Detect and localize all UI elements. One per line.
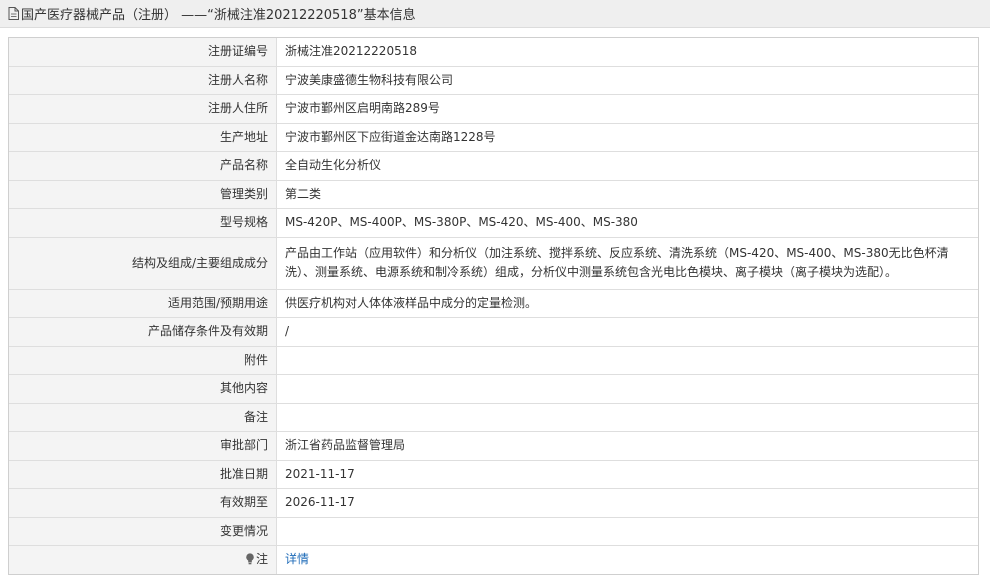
row-value: MS-420P、MS-400P、MS-380P、MS-420、MS-400、MS… <box>276 208 978 238</box>
table-row: 产品储存条件及有效期 / <box>9 317 978 347</box>
row-label: 注册证编号 <box>9 38 277 67</box>
table-row: 其他内容 <box>9 374 978 404</box>
document-icon <box>8 7 19 20</box>
row-label: 有效期至 <box>9 488 277 518</box>
table-row: 批准日期 2021-11-17 <box>9 459 978 489</box>
table-row: 生产地址 宁波市鄞州区下应街道金达南路1228号 <box>9 122 978 152</box>
row-value: 2021-11-17 <box>276 459 978 489</box>
table-row: 型号规格 MS-420P、MS-400P、MS-380P、MS-420、MS-4… <box>9 208 978 238</box>
table-row: 管理类别 第二类 <box>9 179 978 209</box>
table-row: 注册人名称 宁波美康盛德生物科技有限公司 <box>9 65 978 95</box>
row-label: 注册人住所 <box>9 94 277 124</box>
row-label: 适用范围/预期用途 <box>9 288 277 318</box>
row-value: 第二类 <box>276 179 978 209</box>
row-label: 批准日期 <box>9 459 277 489</box>
row-label: 产品储存条件及有效期 <box>9 317 277 347</box>
table-row: 审批部门 浙江省药品监督管理局 <box>9 431 978 461</box>
row-label: 注册人名称 <box>9 65 277 95</box>
row-value: 2026-11-17 <box>276 488 978 518</box>
row-label: 附件 <box>9 345 277 375</box>
row-value: 浙械注准20212220518 <box>276 38 978 67</box>
info-table: 注册证编号 浙械注准20212220518 注册人名称 宁波美康盛德生物科技有限… <box>8 37 979 575</box>
table-row: 变更情况 <box>9 516 978 546</box>
row-value: 宁波市鄞州区下应街道金达南路1228号 <box>276 122 978 152</box>
row-label: 生产地址 <box>9 122 277 152</box>
row-label: 产品名称 <box>9 151 277 181</box>
row-label: 其他内容 <box>9 374 277 404</box>
row-value: 产品由工作站（应用软件）和分析仪（加注系统、搅拌系统、反应系统、清洗系统（MS-… <box>276 236 978 290</box>
row-label: 变更情况 <box>9 516 277 546</box>
lightbulb-icon <box>246 553 254 565</box>
page-header: 国产医疗器械产品（注册） ——“浙械注准20212220518”基本信息 <box>0 0 990 28</box>
row-label: 审批部门 <box>9 431 277 461</box>
row-value: 供医疗机构对人体体液样品中成分的定量检测。 <box>276 288 978 318</box>
table-row: 产品名称 全自动生化分析仪 <box>9 151 978 181</box>
table-row: 适用范围/预期用途 供医疗机构对人体体液样品中成分的定量检测。 <box>9 288 978 318</box>
table-row: 备注 <box>9 402 978 432</box>
row-value: / <box>276 317 978 347</box>
row-label: 注 <box>255 552 268 567</box>
row-label: 型号规格 <box>9 208 277 238</box>
row-value <box>276 516 978 546</box>
table-row: 注 详情 <box>9 545 978 574</box>
details-link[interactable]: 详情 <box>285 552 309 566</box>
row-value: 宁波美康盛德生物科技有限公司 <box>276 65 978 95</box>
row-label: 结构及组成/主要组成成分 <box>9 236 277 290</box>
table-row: 有效期至 2026-11-17 <box>9 488 978 518</box>
table-row: 结构及组成/主要组成成分 产品由工作站（应用软件）和分析仪（加注系统、搅拌系统、… <box>9 236 978 290</box>
row-value: 宁波市鄞州区启明南路289号 <box>276 94 978 124</box>
row-value <box>276 345 978 375</box>
table-row: 附件 <box>9 345 978 375</box>
row-label: 备注 <box>9 402 277 432</box>
row-value <box>276 402 978 432</box>
table-row: 注册证编号 浙械注准20212220518 <box>9 38 978 67</box>
table-row: 注册人住所 宁波市鄞州区启明南路289号 <box>9 94 978 124</box>
row-label: 管理类别 <box>9 179 277 209</box>
row-value: 详情 <box>276 545 978 574</box>
row-value: 浙江省药品监督管理局 <box>276 431 978 461</box>
note-label: 注 <box>9 545 277 574</box>
page-title: 国产医疗器械产品（注册） ——“浙械注准20212220518”基本信息 <box>21 8 416 23</box>
row-value: 全自动生化分析仪 <box>276 151 978 181</box>
row-value <box>276 374 978 404</box>
